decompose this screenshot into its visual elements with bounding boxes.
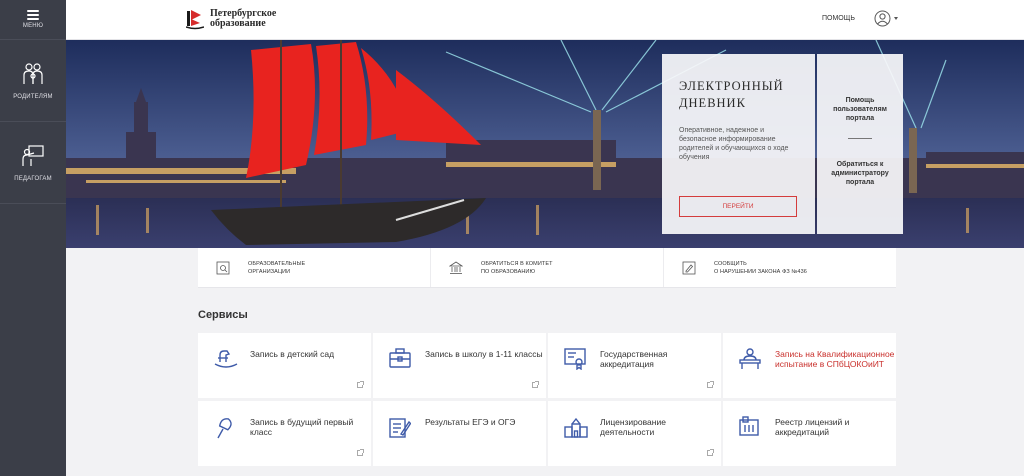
- help-card: Помощь пользователям портала Обратиться …: [817, 54, 903, 234]
- diary-description: Оперативное, надежное и безопасное инфор…: [679, 127, 789, 161]
- logo-line2: образование: [210, 18, 266, 29]
- external-link-icon: [532, 381, 539, 388]
- header: Петербургское образование ПОМОЩЬ: [66, 0, 1024, 40]
- quick-link-line2: ОРГАНИЗАЦИИ: [248, 268, 291, 275]
- service-label: Запись на Квалификационное испытание в С…: [775, 349, 895, 369]
- user-menu[interactable]: [874, 10, 898, 27]
- service-label: Государственная аккредитация: [600, 349, 668, 369]
- service-label: Запись в детский сад: [250, 349, 335, 359]
- sidebar: МЕНЮ РОДИТЕЛЯМ ПЕДАГОГАМ: [0, 0, 66, 476]
- chevron-down-icon: [894, 17, 898, 20]
- external-link-icon: [707, 449, 714, 456]
- results-icon: [389, 418, 411, 438]
- quick-link-line1: ОБРАЗОВАТЕЛЬНЫЕ: [248, 260, 306, 267]
- quick-link-line1: ОБРАТИТЬСЯ В КОМИТЕТ: [481, 260, 553, 267]
- registry-icon: [739, 416, 759, 436]
- service-card-licensing[interactable]: Лицензирование деятельности: [548, 401, 721, 466]
- service-label: Запись в будущий первый класс: [250, 417, 354, 437]
- quick-link-line2: О НАРУШЕНИИ ЗАКОНА ФЗ №436: [714, 268, 807, 275]
- service-card-school[interactable]: Запись в школу в 1-11 классы: [373, 333, 546, 398]
- hero-banner: ЭЛЕКТРОННЫЙ ДНЕВНИК Оперативное, надежно…: [66, 40, 1024, 248]
- quick-link-organizations[interactable]: ОБРАЗОВАТЕЛЬНЫЕ ОРГАНИЗАЦИИ: [198, 248, 431, 287]
- service-card-exam-results[interactable]: Результаты ЕГЭ и ОГЭ: [373, 401, 546, 466]
- services-grid: Запись в детский сад Запись в школу в 1-…: [198, 333, 896, 466]
- report-icon: [682, 261, 696, 274]
- service-label: Реестр лицензий и аккредитаций: [775, 417, 850, 437]
- service-card-accreditation[interactable]: Государственная аккредитация: [548, 333, 721, 398]
- site-logo[interactable]: Петербургское образование: [186, 8, 276, 30]
- contact-admin-link[interactable]: Обратиться к администратору портала: [821, 160, 899, 187]
- teachers-icon: [22, 144, 44, 166]
- hamburger-icon: [27, 10, 39, 20]
- divider: [848, 138, 872, 139]
- service-label: Запись в школу в 1-11 классы: [425, 349, 543, 359]
- electronic-diary-card: ЭЛЕКТРОННЫЙ ДНЕВНИК Оперативное, надежно…: [662, 54, 815, 234]
- quick-link-report-violation[interactable]: СООБЩИТЬ О НАРУШЕНИИ ЗАКОНА ФЗ №436: [664, 248, 896, 287]
- sidebar-item-parents[interactable]: РОДИТЕЛЯМ: [0, 40, 66, 122]
- quick-link-line1: СООБЩИТЬ: [714, 260, 747, 267]
- service-label: Результаты ЕГЭ и ОГЭ: [425, 417, 516, 427]
- diary-title-line2: ДНЕВНИК: [679, 96, 746, 110]
- building-icon: [449, 261, 463, 274]
- exam-desk-icon: [739, 348, 761, 369]
- go-button[interactable]: ПЕРЕЙТИ: [679, 196, 797, 217]
- ship-logo-icon: [186, 10, 204, 30]
- service-card-license-registry[interactable]: Реестр лицензий и аккредитаций: [723, 401, 896, 466]
- external-link-icon: [707, 381, 714, 388]
- sidebar-item-label: РОДИТЕЛЯМ: [13, 93, 53, 100]
- help-link[interactable]: ПОМОЩЬ: [822, 15, 855, 22]
- diary-title-line1: ЭЛЕКТРОННЫЙ: [679, 79, 784, 93]
- school-building-icon: [564, 417, 588, 438]
- bell-icon: [217, 418, 232, 439]
- sidebar-item-teachers[interactable]: ПЕДАГОГАМ: [0, 122, 66, 204]
- service-label: Лицензирование деятельности: [600, 417, 666, 437]
- user-icon: [874, 10, 891, 27]
- external-link-icon: [357, 381, 364, 388]
- menu-label: МЕНЮ: [22, 23, 44, 29]
- service-card-qualification-test[interactable]: Запись на Квалификационное испытание в С…: [723, 333, 896, 398]
- external-link-icon: [357, 449, 364, 456]
- services-title: Сервисы: [198, 309, 248, 321]
- certificate-icon: [564, 348, 586, 370]
- help-users-link[interactable]: Помощь пользователям портала: [821, 96, 899, 123]
- quick-links: ОБРАЗОВАТЕЛЬНЫЕ ОРГАНИЗАЦИИ ОБРАТИТЬСЯ В…: [198, 248, 896, 288]
- service-card-future-first-grade[interactable]: Запись в будущий первый класс: [198, 401, 371, 466]
- sidebar-item-label: ПЕДАГОГАМ: [14, 175, 52, 182]
- briefcase-icon: [389, 348, 411, 368]
- quick-link-committee[interactable]: ОБРАТИТЬСЯ В КОМИТЕТ ПО ОБРАЗОВАНИЮ: [431, 248, 664, 287]
- service-card-kindergarten[interactable]: Запись в детский сад: [198, 333, 371, 398]
- search-document-icon: [216, 261, 230, 274]
- quick-link-line2: ПО ОБРАЗОВАНИЮ: [481, 268, 536, 275]
- menu-button[interactable]: МЕНЮ: [0, 0, 66, 40]
- parents-icon: [23, 62, 43, 84]
- rocking-horse-icon: [214, 350, 238, 368]
